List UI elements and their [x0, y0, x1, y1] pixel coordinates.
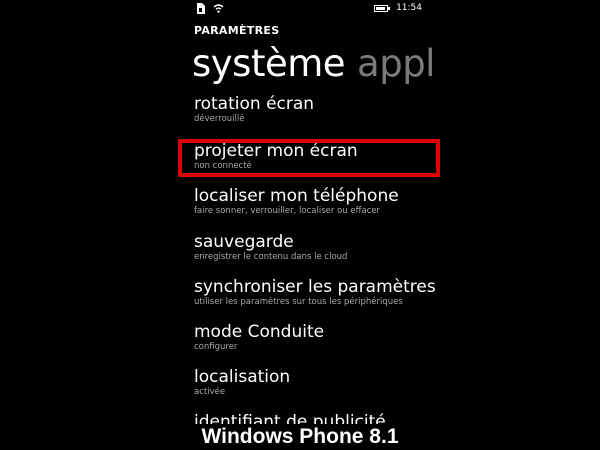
settings-item-title: sauvegarde: [194, 232, 294, 252]
settings-item-title: identifiant de publicité: [194, 412, 386, 424]
phone-screen: 11:54 PARAMÈTRES système applic rotation …: [183, 0, 436, 424]
settings-item-location[interactable]: localisation activée: [194, 367, 434, 398]
settings-item-title: rotation écran: [194, 94, 315, 114]
settings-item-title: synchroniser les paramètres: [194, 277, 436, 297]
settings-item-title: localiser mon téléphone: [194, 186, 399, 206]
settings-item-subtitle: utiliser les paramètres sur tous les pér…: [194, 297, 403, 307]
settings-item-subtitle: activée: [194, 387, 226, 397]
battery-icon: [374, 5, 391, 12]
settings-hub-title: PARAMÈTRES: [194, 24, 280, 37]
settings-item-subtitle: déverrouillé: [194, 114, 245, 124]
sim-icon: [196, 3, 205, 17]
status-bar: 11:54: [183, 0, 436, 18]
pivot-tab-applications[interactable]: applic: [357, 42, 436, 85]
wifi-icon: [213, 4, 224, 16]
settings-item-title: mode Conduite: [194, 322, 325, 342]
pivot-header: système applic: [192, 40, 436, 88]
settings-item-backup[interactable]: sauvegarde enregistrer le contenu dans l…: [194, 232, 434, 263]
settings-item-find-phone[interactable]: localiser mon téléphone faire sonner, ve…: [194, 186, 434, 217]
pivot-tab-systeme[interactable]: système: [192, 42, 346, 85]
status-right: 11:54: [374, 3, 422, 14]
settings-item-rotation[interactable]: rotation écran déverrouillé: [194, 94, 434, 125]
highlight-box: [178, 139, 440, 177]
caption: Windows Phone 8.1: [201, 425, 399, 448]
settings-item-driving-mode[interactable]: mode Conduite configurer: [194, 322, 434, 353]
settings-item-advertising-id[interactable]: identifiant de publicité: [194, 412, 434, 424]
settings-item-subtitle: enregistrer le contenu dans le cloud: [194, 252, 348, 262]
settings-item-title: localisation: [194, 367, 291, 387]
settings-item-subtitle: configurer: [194, 342, 238, 352]
settings-item-subtitle: faire sonner, verrouiller, localiser ou …: [194, 206, 381, 216]
status-left: [196, 3, 224, 17]
status-time: 11:54: [396, 3, 422, 13]
settings-item-sync[interactable]: synchroniser les paramètres utiliser les…: [194, 277, 436, 308]
screenshot-stage: 11:54 PARAMÈTRES système applic rotation …: [0, 0, 600, 450]
